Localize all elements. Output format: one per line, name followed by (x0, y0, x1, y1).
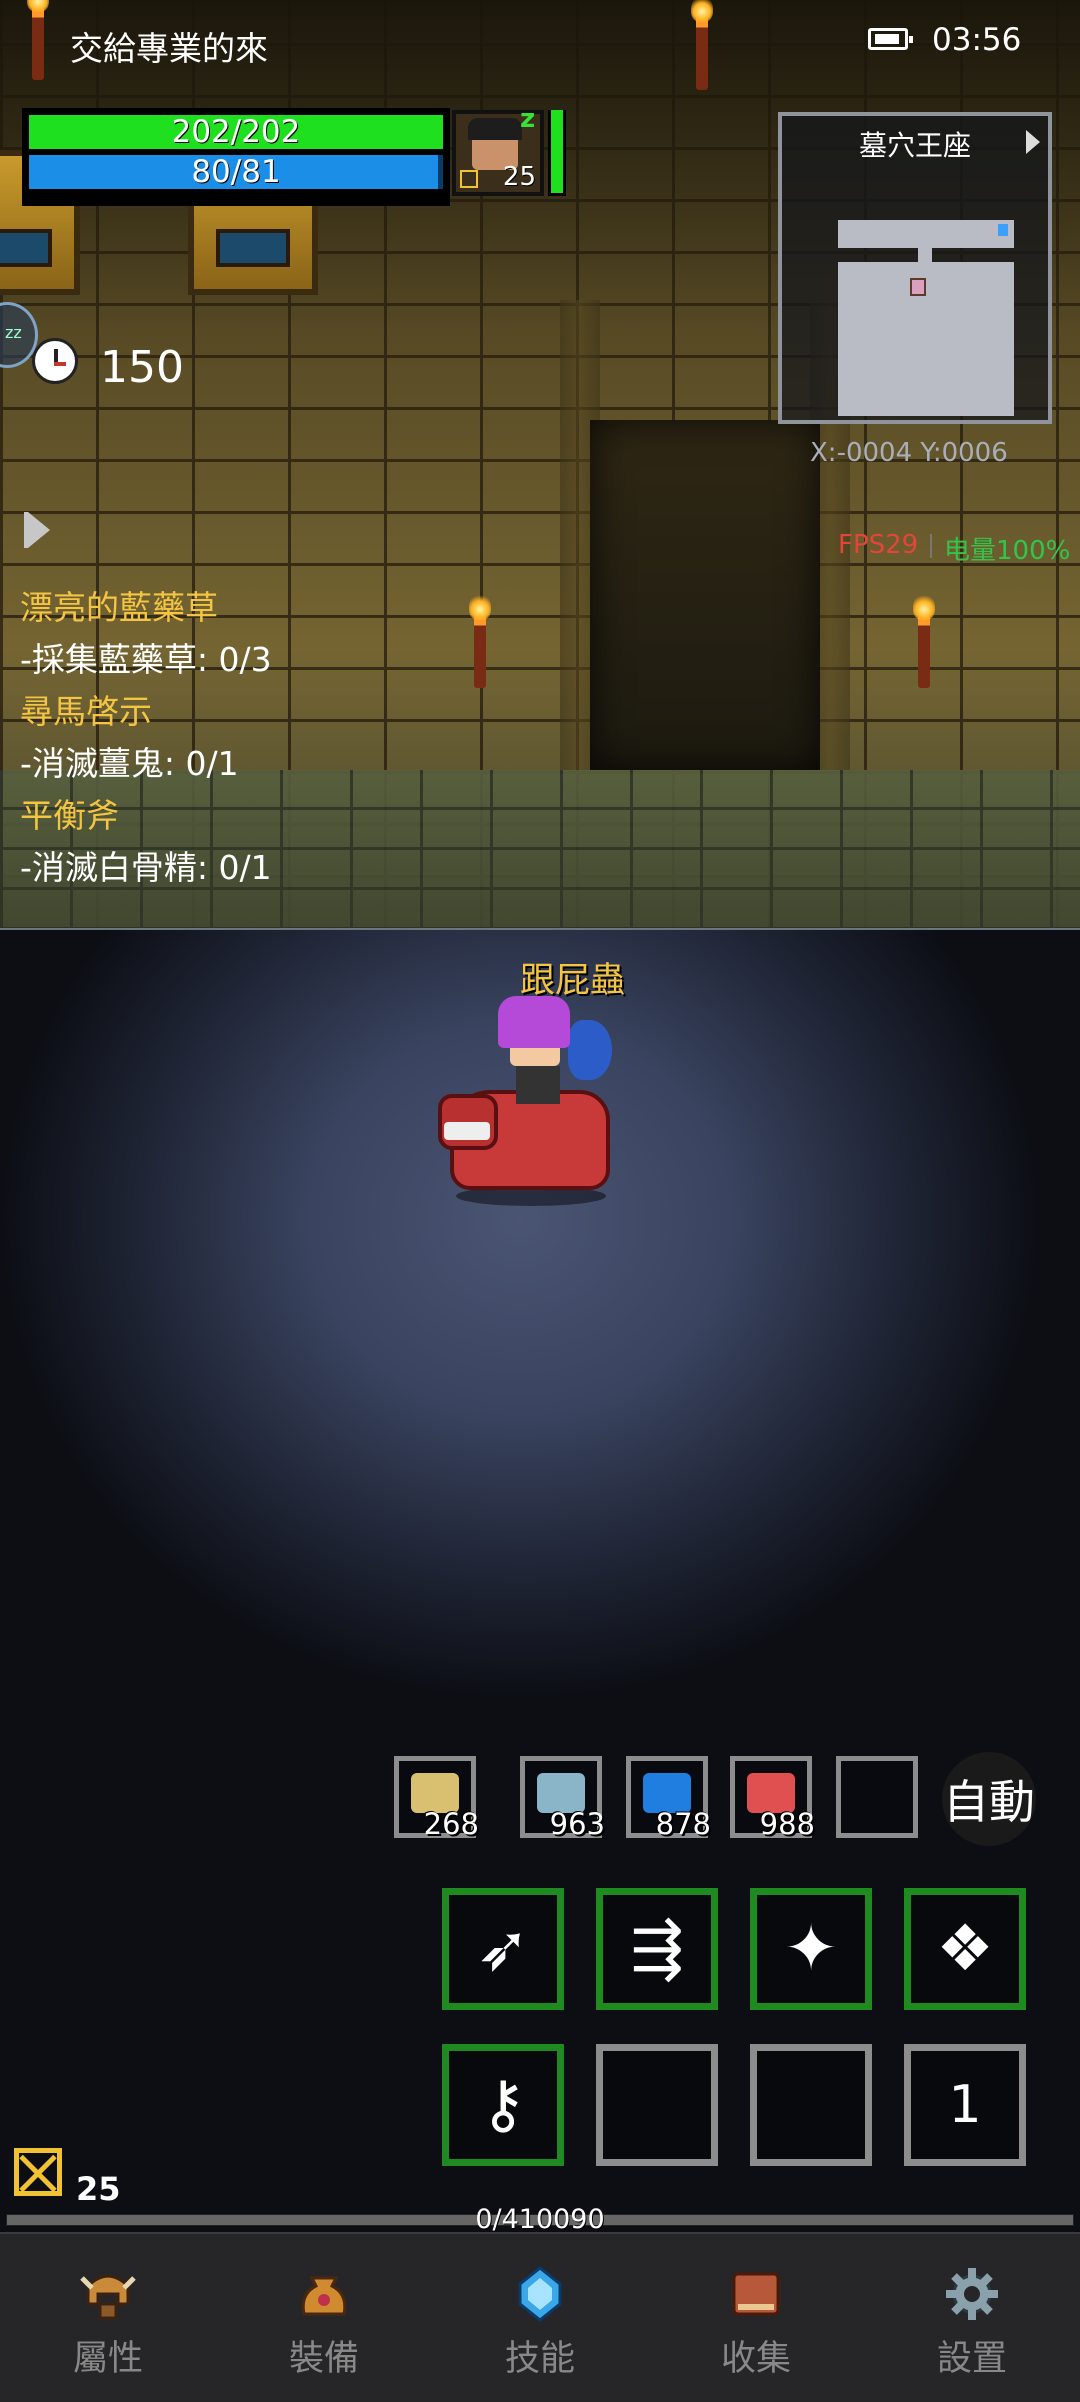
bag-icon (301, 2276, 347, 2316)
exp-text: 0/410090 (475, 2204, 605, 2235)
sleep-status-icon: z (520, 104, 536, 134)
minimap-player-marker (910, 278, 926, 296)
torch-icon (469, 594, 491, 688)
minimap-title: 墓穴王座 (858, 129, 971, 162)
hp-value: 202/202 (171, 114, 301, 150)
character-body (516, 1066, 560, 1104)
stamina-bar (548, 110, 566, 196)
quickbar-slot-empty[interactable] (836, 1756, 918, 1838)
quest-title[interactable]: 尋馬啓示 (20, 686, 272, 738)
quest-task[interactable]: -消滅薑鬼: 0/1 (20, 738, 272, 790)
divider (930, 534, 932, 558)
clock: 03:56 (932, 22, 1022, 58)
quickbar-slot[interactable]: 878 (626, 1756, 711, 1841)
skill-slot[interactable]: ⚷ (442, 2044, 564, 2166)
crystal-icon (518, 2266, 562, 2322)
torch-icon (27, 0, 49, 80)
book-icon (732, 2272, 780, 2316)
item-count: 268 (423, 1807, 479, 1841)
quest-panel-toggle-icon[interactable] (24, 512, 50, 548)
quest-task[interactable]: -採集藍藥草: 0/3 (20, 634, 272, 686)
empty-skill-slot[interactable] (596, 2044, 718, 2166)
quest-task[interactable]: -消滅白骨精: 0/1 (20, 842, 272, 894)
item-count: 878 (655, 1807, 711, 1841)
minimap-exit-marker (998, 224, 1008, 236)
auto-button[interactable]: 自動 (942, 1752, 1036, 1846)
level-value: 25 (76, 2170, 121, 2208)
timer-value: 150 (100, 342, 184, 393)
quest-title[interactable]: 漂亮的藍藥草 (20, 582, 272, 634)
helmet-icon (80, 2274, 136, 2320)
skill-page-button[interactable]: 1 (904, 2044, 1026, 2166)
level-icon (14, 2148, 62, 2196)
hp-bar: 202/202 (26, 112, 446, 152)
skill-slot[interactable]: ⇶ (596, 1888, 718, 2010)
purple-hair (498, 996, 570, 1048)
battery-level: 电量100% (944, 536, 1071, 566)
skill-slot[interactable]: ✦ (750, 1888, 872, 2010)
item-count: 963 (549, 1807, 605, 1841)
status-title: 交給專業的來 (70, 29, 268, 68)
mp-bar: 80/81 (26, 152, 446, 192)
multi-arrow-icon: ⇶ (630, 1912, 684, 1986)
key-skill-icon: ⚷ (479, 2068, 527, 2142)
torch-icon (913, 594, 935, 688)
coordinates: X:-0004 Y:0006 (810, 438, 1008, 468)
nav-attributes[interactable]: 屬性 (0, 2234, 216, 2402)
nav-label: 技能 (504, 2339, 575, 2379)
nav-label: 收集 (720, 2339, 791, 2379)
mount-jaw (444, 1122, 490, 1140)
level-icon (460, 170, 478, 188)
stamina-bar-fill (551, 110, 563, 193)
spread-shot-icon: ✦ (784, 1912, 838, 1986)
quickbar-slot[interactable]: 988 (730, 1756, 815, 1841)
minimap[interactable]: 墓穴王座 (778, 112, 1052, 424)
quickbar-slot[interactable]: 268 (394, 1756, 479, 1841)
portrait-level: 25 (502, 162, 536, 192)
blue-wing (568, 1020, 612, 1080)
player-character[interactable] (430, 990, 630, 1210)
battery-icon (868, 28, 913, 50)
piercing-arrow-icon: ➶ (476, 1912, 530, 1986)
nav-label: 裝備 (288, 2339, 359, 2379)
item-count: 988 (759, 1807, 815, 1841)
empty-skill-slot[interactable] (750, 2044, 872, 2166)
player-bars: 202/202 80/81 (22, 108, 450, 206)
skill-page-number: 1 (948, 2075, 982, 2135)
nav-skills[interactable]: 技能 (432, 2234, 648, 2402)
bottom-nav: 屬性 裝備 技能 收集 設置 (0, 2232, 1080, 2402)
minimap-room (838, 220, 1014, 248)
gear-icon (946, 2268, 998, 2320)
timer-icon (32, 338, 78, 384)
quest-list: 漂亮的藍藥草 -採集藍藥草: 0/3 尋馬啓示 -消滅薑鬼: 0/1 平衡斧 -… (20, 582, 272, 894)
dark-doorway (590, 420, 820, 770)
nav-equipment[interactable]: 裝備 (216, 2234, 432, 2402)
minimap-room (838, 262, 1014, 416)
minimap-expand-arrow-icon[interactable] (1026, 130, 1040, 154)
torch-icon (691, 0, 713, 90)
skill-slot[interactable]: ➶ (442, 1888, 564, 2010)
quickbar-slot[interactable]: 963 (520, 1756, 605, 1841)
mp-value: 80/81 (191, 154, 281, 190)
fps-counter: FPS29 (838, 530, 919, 560)
skill-slot[interactable]: ❖ (904, 1888, 1026, 2010)
summon-beast-icon: ❖ (936, 1912, 994, 1986)
nav-collection[interactable]: 收集 (648, 2234, 864, 2402)
quest-title[interactable]: 平衡斧 (20, 790, 272, 842)
nav-settings[interactable]: 設置 (864, 2234, 1080, 2402)
nav-label: 設置 (936, 2339, 1007, 2379)
nav-label: 屬性 (72, 2339, 143, 2379)
